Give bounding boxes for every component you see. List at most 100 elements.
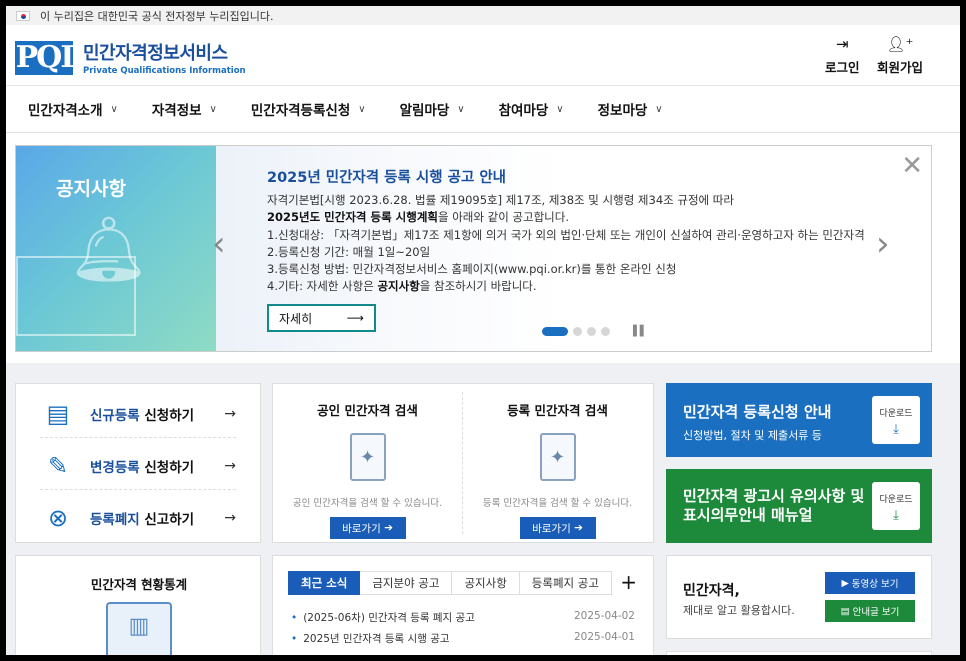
search-title: 공인 민간자격 검색 bbox=[317, 403, 418, 418]
guide-title: 민간자격, bbox=[683, 583, 740, 599]
chevron-down-icon: ∨ bbox=[209, 103, 217, 115]
notice-line: 2.등록신청 기간: 매월 1일~20일 bbox=[267, 244, 431, 259]
gov-banner: 이 누리집은 대한민국 공식 전자정부 누리집입니다. bbox=[6, 6, 960, 25]
notice-line: 2025년도 민간자격 등록 시행계획을 아래와 같이 공고합니다. bbox=[267, 210, 569, 225]
search-title: 등록 민간자격 검색 bbox=[507, 403, 608, 418]
login-icon: ⇥ bbox=[835, 35, 849, 53]
guide-card: 민간자격, 제대로 알고 활용합시다. ▶ 동영상 보기 ▤ 안내글 보기 bbox=[666, 555, 932, 639]
notice-title: 2025년 민간자격 등록 시행 공고 안내 bbox=[267, 170, 507, 186]
chevron-down-icon: ∨ bbox=[655, 103, 663, 115]
plus-icon[interactable]: + bbox=[620, 570, 637, 594]
tab-cancellation[interactable]: 등록폐지 공고 bbox=[519, 571, 612, 595]
more-button[interactable]: 자세히 ⟶ bbox=[267, 304, 376, 332]
chevron-down-icon: ∨ bbox=[358, 103, 366, 115]
news-date: 2025-04-02 bbox=[573, 610, 635, 622]
nav-item-label: 자격정보 bbox=[151, 103, 202, 119]
play-icon: ▶ bbox=[841, 577, 849, 589]
ad-manual-banner[interactable]: 민간자격 광고시 유의사항 및 표시의무안내 매뉴얼 다운로드 ⤓ bbox=[666, 469, 932, 543]
promo-title: 민간자격 등록신청 안내 bbox=[683, 403, 832, 421]
search-desc: 공인 민간자격을 검색 할 수 있습니다. bbox=[292, 498, 443, 509]
next-slide-button[interactable]: › bbox=[876, 224, 890, 264]
notice-body: 자격기본법[시행 2023.6.28. 법률 제19095호] 제17조, 제3… bbox=[267, 192, 865, 296]
guide-doc-button[interactable]: ▤ 안내글 보기 bbox=[825, 600, 915, 622]
notice-tile: 공지사항 🔔︎ bbox=[16, 146, 216, 351]
nav-item-label: 참여마당 bbox=[498, 103, 549, 119]
news-card: 최근 소식 금지분야 공고 공지사항 등록폐지 공고 + • (2025-06차)… bbox=[272, 555, 654, 655]
pause-icon[interactable]: ▌▌ bbox=[633, 326, 647, 337]
bullet-icon: • bbox=[291, 633, 298, 645]
arrow-right-icon: → bbox=[224, 405, 236, 422]
download-icon: ⤓ bbox=[893, 422, 899, 437]
korea-flag-icon bbox=[16, 10, 30, 21]
nav-item-label: 민간자격소개 bbox=[28, 103, 103, 119]
more-label: 자세히 bbox=[279, 311, 313, 326]
slide-dot[interactable] bbox=[587, 327, 596, 336]
gov-banner-text: 이 누리집은 대한민국 공식 전자정부 누리집입니다. bbox=[40, 9, 274, 23]
envelope-icon bbox=[16, 256, 136, 336]
tab-recent[interactable]: 최근 소식 bbox=[288, 571, 361, 595]
document-icon: ▤ bbox=[840, 605, 850, 617]
news-item[interactable]: • (2025-06차) 민간자격 등록 폐지 공고 2025-04-02 bbox=[291, 610, 635, 625]
page-frame: 이 누리집은 대한민국 공식 전자정부 누리집입니다. PQI 민간자격정보서비… bbox=[6, 6, 960, 655]
stats-title: 민간자격 현황통계 bbox=[90, 577, 188, 592]
download-icon: ⤓ bbox=[893, 508, 899, 523]
certificate-icon: ✦ bbox=[349, 433, 386, 481]
site-header: PQI 민간자격정보서비스 Private Qualifications Inf… bbox=[6, 25, 960, 85]
video-button[interactable]: ▶ 동영상 보기 bbox=[825, 572, 915, 594]
slide-dot[interactable] bbox=[573, 327, 582, 336]
tab-prohibited[interactable]: 금지분야 공고 bbox=[360, 571, 453, 595]
notice-line: 4.기타: 자세한 사항은 공지사항을 참조하시기 바랍니다. bbox=[267, 279, 537, 294]
hero-section: 공지사항 🔔︎ ‹ › ✕ 2025년 민간자격 등록 시행 공고 안내 자격기… bbox=[6, 133, 960, 363]
site-logo[interactable]: PQI 민간자격정보서비스 Private Qualifications Inf… bbox=[15, 39, 246, 76]
chevron-down-icon: ∨ bbox=[556, 103, 564, 115]
change-registration-link[interactable]: ✎ 변경등록 신청하기 → bbox=[40, 442, 236, 490]
download-button[interactable]: 다운로드 ⤓ bbox=[872, 482, 920, 530]
tab-notice[interactable]: 공지사항 bbox=[452, 571, 520, 595]
cancel-registration-link[interactable]: ⊗ 등록폐지 신고하기 → bbox=[40, 494, 236, 542]
notice-line: 자격기본법[시행 2023.6.28. 법률 제19095호] 제17조, 제3… bbox=[267, 193, 734, 207]
arrow-right-icon: → bbox=[224, 457, 236, 474]
nav-item-info[interactable]: 정보마당 ∨ bbox=[598, 99, 663, 119]
download-button[interactable]: 다운로드 ⤓ bbox=[872, 396, 920, 444]
promo-subtitle: 신청방법, 절차 및 제출서류 등 bbox=[683, 429, 822, 442]
new-registration-link[interactable]: ▤ 신규등록 신청하기 → bbox=[40, 390, 236, 438]
nav-item-label: 민간자격등록신청 bbox=[250, 103, 351, 119]
edit-document-icon: ✎ bbox=[47, 451, 69, 480]
promo-title: 민간자격 광고시 유의사항 및 표시의무안내 매뉴얼 bbox=[683, 487, 865, 524]
arrow-right-icon: → bbox=[224, 510, 236, 526]
add-user-icon: 👤︎⁺ bbox=[886, 35, 914, 53]
prev-slide-button[interactable]: ‹ bbox=[212, 224, 226, 264]
login-label: 로그인 bbox=[825, 60, 860, 75]
login-button[interactable]: ⇥ 로그인 bbox=[825, 35, 860, 76]
search-desc: 등록 민간자격을 검색 할 수 있습니다. bbox=[482, 498, 633, 509]
arrow-right-icon: ⟶ bbox=[346, 311, 364, 325]
nav-item-registration[interactable]: 민간자격등록신청 ∨ bbox=[251, 99, 366, 119]
logo-subtitle: Private Qualifications Information bbox=[83, 66, 246, 76]
slide-dot[interactable] bbox=[542, 327, 568, 336]
search-card: 공인 민간자격 검색 ✦ 공인 민간자격을 검색 할 수 있습니다. 바로가기 … bbox=[272, 383, 654, 543]
nav-item-participation[interactable]: 참여마당 ∨ bbox=[499, 99, 564, 119]
logo-title: 민간자격정보서비스 bbox=[83, 43, 228, 64]
notice-tile-title: 공지사항 bbox=[56, 178, 126, 200]
chevron-down-icon: ∨ bbox=[110, 103, 118, 115]
registered-search: 등록 민간자격 검색 ✦ 등록 민간자격을 검색 할 수 있습니다. 바로가기 … bbox=[463, 384, 652, 542]
notice-popup: 공지사항 🔔︎ ‹ › ✕ 2025년 민간자격 등록 시행 공고 안내 자격기… bbox=[15, 145, 932, 352]
registration-guide-banner[interactable]: 민간자격 등록신청 안내 신청방법, 절차 및 제출서류 등 다운로드 ⤓ bbox=[666, 383, 932, 457]
main-nav: 민간자격소개 ∨ 자격정보 ∨ 민간자격등록신청 ∨ 알림마당 ∨ 참여마당 ∨ 정보마당… bbox=[6, 85, 960, 133]
bottom-card bbox=[666, 651, 932, 655]
close-icon[interactable]: ✕ bbox=[901, 151, 923, 181]
nav-item-intro[interactable]: 민간자격소개 ∨ bbox=[28, 99, 118, 119]
stats-card[interactable]: 민간자격 현황통계 ▥ bbox=[15, 555, 261, 655]
news-date: 2025-04-01 bbox=[573, 631, 635, 643]
news-item[interactable]: • 2025년 민간자격 등록 시행 공고 2025-04-01 bbox=[291, 631, 635, 646]
logo-mark: PQI bbox=[15, 40, 74, 75]
slide-indicator: ▌▌ bbox=[542, 326, 647, 337]
signup-button[interactable]: 👤︎⁺ 회원가입 bbox=[877, 35, 923, 76]
certificate-icon: ✦ bbox=[539, 433, 576, 481]
go-button[interactable]: 바로가기 ➔ bbox=[329, 517, 406, 539]
go-button[interactable]: 바로가기 ➔ bbox=[519, 517, 596, 539]
nav-item-qualification-info[interactable]: 자격정보 ∨ bbox=[152, 99, 217, 119]
nav-item-notice[interactable]: 알림마당 ∨ bbox=[400, 99, 465, 119]
slide-dot[interactable] bbox=[601, 327, 610, 336]
nav-item-label: 정보마당 bbox=[597, 103, 648, 119]
